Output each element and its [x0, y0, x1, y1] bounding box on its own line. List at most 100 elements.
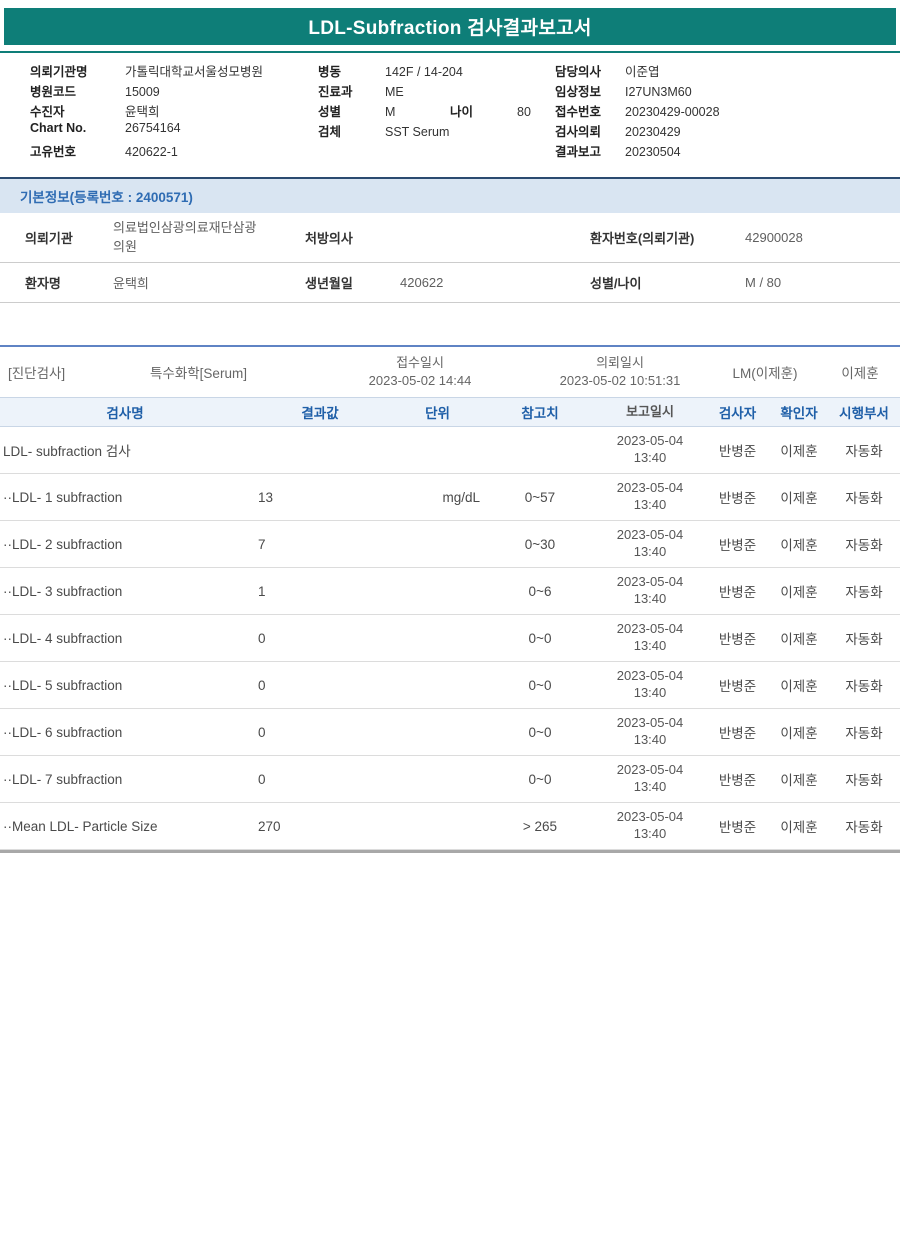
field-value: M [385, 105, 450, 119]
header-info-right: 담당의사 이준엽 임상정보 I27UN3M60 접수번호 20230429-00… [555, 61, 900, 161]
field-label: 담당의사 [555, 61, 625, 80]
reference-range: 0~57 [485, 490, 595, 505]
field-value: I27UN3M60 [625, 85, 692, 99]
test-name: ··LDL- 6 subfraction [0, 725, 250, 740]
field-value: 가톨릭대학교서울성모병원 [125, 61, 263, 80]
report-date: 2023-05-04 [595, 762, 705, 779]
department: 자동화 [828, 581, 900, 601]
header-verifier: 확인자 [770, 402, 828, 422]
report-time: 13:40 [595, 638, 705, 655]
result-value: 0 [250, 772, 390, 787]
result-row: LDL- subfraction 검사 2023-05-04 13:40 반병준… [0, 427, 900, 474]
test-name: LDL- subfraction 검사 [0, 440, 250, 460]
test-name: ··LDL- 7 subfraction [0, 772, 250, 787]
header-report-datetime: 보고일시 [595, 404, 705, 421]
tester: 반병준 [705, 816, 770, 836]
birth-date-label: 생년월일 [305, 273, 400, 292]
basic-info-title: 기본정보(등록번호 : 2400571) [20, 190, 193, 205]
verifier: 이제훈 [770, 581, 828, 601]
result-value: 7 [250, 537, 390, 552]
tester: 반병준 [705, 675, 770, 695]
result-value: 13 [250, 490, 390, 505]
field-value: ME [385, 85, 404, 99]
result-row: ··Mean LDL- Particle Size 270 > 265 2023… [0, 803, 900, 850]
test-type: 특수화학[Serum] [150, 362, 310, 382]
report-datetime: 2023-05-04 13:40 [595, 480, 705, 514]
field-label: 검체 [318, 121, 385, 140]
report-time: 13:40 [595, 826, 705, 843]
lab-name: LM(이제훈) [710, 362, 820, 382]
tester: 반병준 [705, 534, 770, 554]
field-doctor: 담당의사 이준엽 [555, 61, 900, 81]
tester: 반병준 [705, 487, 770, 507]
report-time: 13:40 [595, 497, 705, 514]
report-datetime: 2023-05-04 13:40 [595, 621, 705, 655]
field-label: 접수번호 [555, 101, 625, 120]
tester: 반병준 [705, 769, 770, 789]
receipt-label: 접수일시 [310, 354, 530, 372]
verifier: 이제훈 [770, 534, 828, 554]
header-test-name: 검사명 [0, 402, 250, 422]
result-row: ··LDL- 7 subfraction 0 0~0 2023-05-04 13… [0, 756, 900, 803]
report-date: 2023-05-04 [595, 433, 705, 450]
report-datetime: 2023-05-04 13:40 [595, 527, 705, 561]
reference-range: 0~0 [485, 678, 595, 693]
field-label: 검사의뢰 [555, 121, 625, 140]
reference-range: 0~30 [485, 537, 595, 552]
patient-name-value: 윤택희 [113, 273, 305, 292]
department: 자동화 [828, 769, 900, 789]
report-date: 2023-05-04 [595, 715, 705, 732]
field-label: 병동 [318, 61, 385, 80]
birth-date-value: 420622 [400, 275, 590, 290]
field-unique-no: 고유번호 420622-1 [30, 141, 318, 161]
test-name: ··LDL- 3 subfraction [0, 584, 250, 599]
reference-range: 0~6 [485, 584, 595, 599]
basic-info-header: 기본정보(등록번호 : 2400571) [0, 179, 900, 213]
department: 자동화 [828, 816, 900, 836]
field-chart-no: Chart No. 26754164 [30, 121, 318, 141]
patient-number-value: 42900028 [745, 230, 900, 245]
result-value: 0 [250, 725, 390, 740]
request-datetime: 의뢰일시 2023-05-02 10:51:31 [530, 354, 710, 389]
report-datetime: 2023-05-04 13:40 [595, 715, 705, 749]
sex-age-value: M / 80 [745, 275, 900, 290]
field-value: 20230504 [625, 145, 681, 159]
requesting-institution-value: 의료법인삼광의료재단삼광의원 [113, 219, 305, 257]
header-tester: 검사자 [705, 402, 770, 422]
report-date: 2023-05-04 [595, 527, 705, 544]
test-category: [진단검사] [0, 362, 150, 382]
reference-range: 0~0 [485, 631, 595, 646]
field-label: 수진자 [30, 101, 125, 120]
reference-range: 0~0 [485, 725, 595, 740]
field-specimen: 검체 SST Serum [318, 121, 555, 141]
result-row: ··LDL- 3 subfraction 1 0~6 2023-05-04 13… [0, 568, 900, 615]
result-unit: mg/dL [390, 490, 485, 505]
requesting-institution-label: 의뢰기관 [25, 228, 113, 247]
results-body: LDL- subfraction 검사 2023-05-04 13:40 반병준… [0, 427, 900, 850]
result-value: 0 [250, 678, 390, 693]
field-label: 의뢰기관명 [30, 61, 125, 80]
reference-range: 0~0 [485, 772, 595, 787]
basic-info-row: 환자명 윤택희 생년월일 420622 성별/나이 M / 80 [0, 263, 900, 303]
field-test-request: 검사의뢰 20230429 [555, 121, 900, 141]
header-department: 시행부서 [828, 402, 900, 422]
field-value: 142F / 14-204 [385, 65, 463, 79]
field-value: 윤택희 [125, 101, 160, 120]
report-datetime: 2023-05-04 13:40 [595, 809, 705, 843]
field-label: Chart No. [30, 121, 125, 135]
result-value: 270 [250, 819, 390, 834]
result-row: ··LDL- 4 subfraction 0 0~0 2023-05-04 13… [0, 615, 900, 662]
report-datetime: 2023-05-04 13:40 [595, 762, 705, 796]
field-value: 20230429 [625, 125, 681, 139]
sex-age-label: 성별/나이 [590, 273, 745, 292]
field-hospital-code: 병원코드 15009 [30, 81, 318, 101]
report-date: 2023-05-04 [595, 480, 705, 497]
results-table: 검사명 결과값 단위 참고치 보고일시 검사자 확인자 시행부서 LDL- su… [0, 397, 900, 853]
header-info-left: 의뢰기관명 가톨릭대학교서울성모병원 병원코드 15009 수진자 윤택희 Ch… [30, 61, 318, 161]
report-date: 2023-05-04 [595, 621, 705, 638]
department: 자동화 [828, 440, 900, 460]
verifier: 이제훈 [770, 675, 828, 695]
patient-name-label: 환자명 [25, 273, 113, 292]
department: 자동화 [828, 675, 900, 695]
report-time: 13:40 [595, 450, 705, 467]
